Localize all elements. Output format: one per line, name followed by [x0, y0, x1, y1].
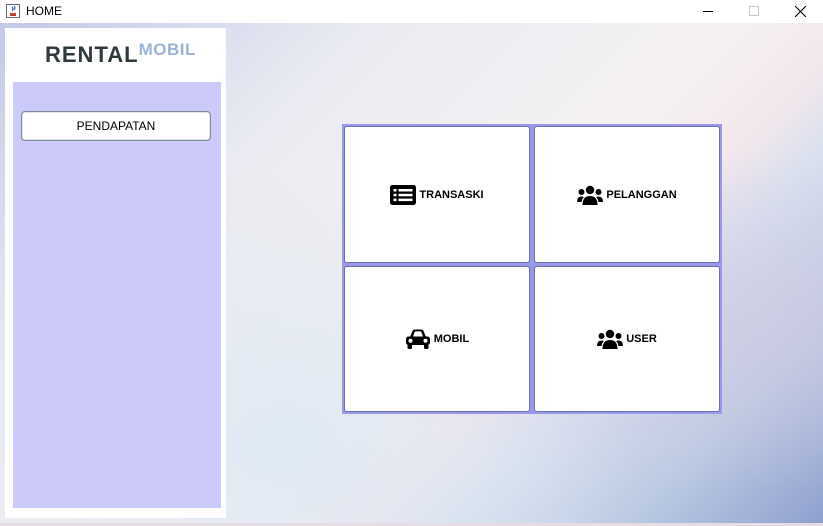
- window-title: HOME: [26, 4, 62, 18]
- window-controls: [685, 0, 823, 22]
- main-content: RENTALMOBIL PENDAPATAN TRANSASKI PELANGG…: [0, 23, 823, 523]
- minimize-icon: [703, 11, 713, 12]
- user-label: USER: [626, 333, 657, 345]
- pelanggan-tile[interactable]: PELANGGAN: [534, 126, 720, 263]
- app-logo: RENTALMOBIL: [45, 40, 196, 72]
- pendapatan-button[interactable]: PENDAPATAN: [21, 111, 211, 141]
- minimize-button[interactable]: [685, 0, 731, 22]
- close-icon: [794, 5, 806, 17]
- transaksi-tile[interactable]: TRANSASKI: [344, 126, 530, 263]
- title-bar: HOME: [0, 0, 823, 22]
- pelanggan-label: PELANGGAN: [606, 188, 677, 201]
- mobil-label: MOBIL: [433, 333, 470, 345]
- users-icon: [597, 329, 624, 349]
- logo-mobil-text: MOBIL: [138, 40, 196, 59]
- java-app-icon: [6, 4, 20, 18]
- user-tile[interactable]: USER: [534, 266, 720, 412]
- mobil-tile[interactable]: MOBIL: [344, 266, 530, 412]
- sidebar-panel: PENDAPATAN: [13, 82, 221, 508]
- transaksi-label: TRANSASKI: [419, 188, 484, 201]
- users-icon: [577, 185, 604, 205]
- logo-rental-text: RENTAL: [45, 42, 139, 67]
- maximize-icon: [749, 6, 759, 16]
- app-window: HOME RENTALMOBIL PENDAPATAN TRANSASKI PE…: [0, 0, 823, 526]
- car-icon: [405, 328, 431, 350]
- list-icon: [390, 184, 417, 205]
- menu-grid: TRANSASKI PELANGGAN MOBIL USER: [342, 124, 722, 414]
- sidebar: RENTALMOBIL PENDAPATAN: [5, 28, 226, 518]
- maximize-button[interactable]: [731, 0, 777, 22]
- close-button[interactable]: [777, 0, 823, 22]
